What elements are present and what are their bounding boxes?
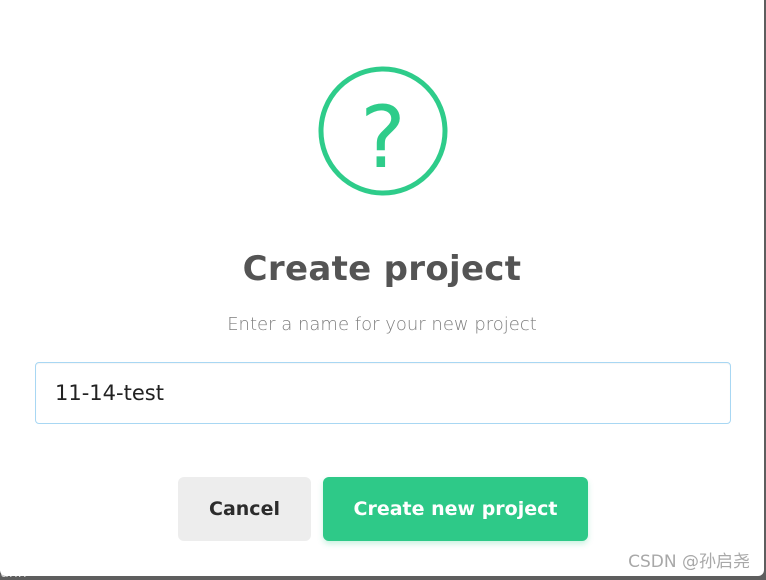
create-new-project-button[interactable]: Create new project — [323, 477, 588, 541]
create-project-dialog: ? Create project Enter a name for your n… — [0, 0, 764, 576]
dialog-title: Create project — [242, 249, 522, 289]
project-name-input[interactable] — [35, 362, 731, 424]
question-mark-circle-icon: ? — [317, 65, 449, 197]
question-mark-glyph: ? — [360, 88, 406, 188]
cancel-button[interactable]: Cancel — [178, 477, 311, 541]
watermark-text: CSDN @孙启尧 — [628, 552, 750, 572]
dialog-subtitle: Enter a name for your new project — [227, 314, 537, 335]
